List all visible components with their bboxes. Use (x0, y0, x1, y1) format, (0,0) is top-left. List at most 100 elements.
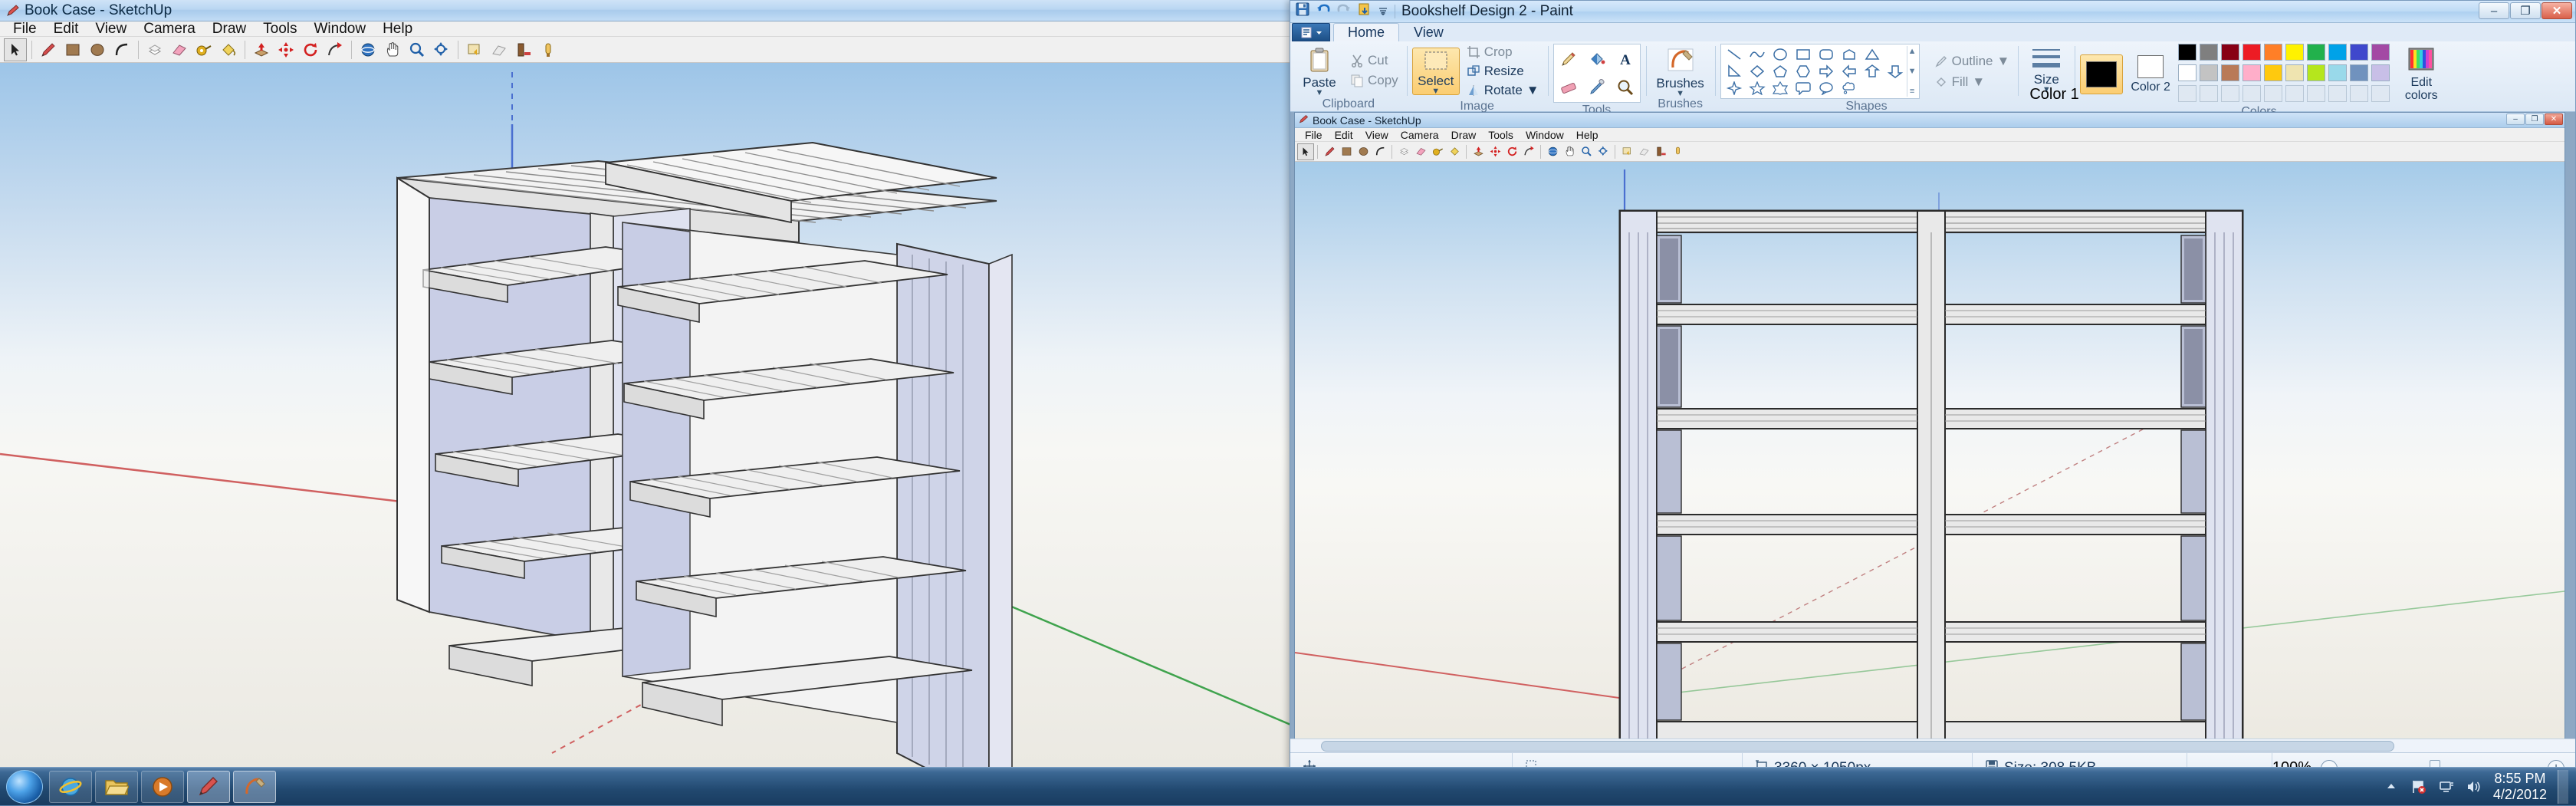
color2-button[interactable]: Color 2 (2131, 55, 2170, 94)
palette-swatch-empty[interactable] (2242, 85, 2261, 102)
file-menu-icon[interactable] (1292, 23, 1330, 41)
curve-shape[interactable] (1746, 46, 1769, 63)
cut-button[interactable]: Cut (1347, 52, 1401, 69)
rotate-caret-icon[interactable]: ▼ (1526, 83, 1539, 98)
paint-tab-row[interactable]: Home View (1290, 23, 2575, 41)
push-pull-up-icon[interactable] (250, 38, 273, 61)
select-arrow-icon[interactable] (4, 38, 27, 61)
rounded-rectangle-shape[interactable] (1815, 46, 1838, 63)
menu-window[interactable]: Window (306, 21, 375, 37)
tab-view[interactable]: View (1399, 23, 1458, 41)
paste-caret-icon[interactable]: ▼ (1316, 90, 1324, 96)
pencil-icon[interactable] (1555, 45, 1582, 73)
paint-icon[interactable] (233, 771, 276, 803)
undo-icon[interactable] (1316, 2, 1331, 21)
shapes-scrollbar[interactable]: ▲ ▼ ≡ (1907, 46, 1917, 97)
zoom-magnifier-icon[interactable] (406, 38, 429, 61)
push-pull-icon[interactable] (143, 38, 166, 61)
orbit-icon[interactable] (356, 38, 380, 61)
menu-tools[interactable]: Tools (255, 21, 305, 37)
system-tray[interactable]: 8:55 PM 4/2/2012 (2383, 770, 2576, 804)
menu-edit[interactable]: Edit (45, 21, 87, 37)
brushes-caret-icon[interactable]: ▼ (1676, 91, 1684, 97)
palette-swatch[interactable] (2200, 44, 2218, 61)
triangle-shape[interactable] (1861, 46, 1884, 63)
paint-canvas[interactable]: Book Case - SketchUp – ❐ ✕ File Edit Vie… (1290, 112, 2575, 752)
shapes-scroll-down-icon[interactable]: ▼ (1908, 67, 1917, 76)
diamond-shape[interactable] (1746, 63, 1769, 80)
tools-grid[interactable]: A (1553, 44, 1641, 103)
paint-scroll-thumb[interactable] (1321, 741, 2394, 752)
palette-swatch[interactable] (2178, 64, 2196, 81)
palette-swatch[interactable] (2328, 44, 2347, 61)
palette-swatch[interactable] (2350, 64, 2368, 81)
palette-swatch[interactable] (2328, 64, 2347, 81)
up-arrow-shape[interactable] (1861, 63, 1884, 80)
right-triangle-shape[interactable] (1723, 63, 1746, 80)
palette-swatch[interactable] (2242, 64, 2261, 81)
save-icon[interactable] (1295, 2, 1310, 21)
tab-home[interactable]: Home (1333, 23, 1399, 41)
open-icon[interactable] (1357, 2, 1372, 21)
menu-draw[interactable]: Draw (204, 21, 255, 37)
menu-help[interactable]: Help (374, 21, 421, 37)
magnifier-icon[interactable] (1612, 74, 1639, 101)
rounded-callout-shape[interactable] (1792, 80, 1815, 97)
palette-swatch[interactable] (2264, 64, 2282, 81)
dimension-icon[interactable] (537, 38, 560, 61)
palette-swatch-empty[interactable] (2178, 85, 2196, 102)
select-button[interactable]: Select ▼ (1412, 48, 1460, 95)
eraser-icon[interactable] (168, 38, 191, 61)
paint-horizontal-scrollbar[interactable] (1290, 739, 2575, 752)
left-arrow-shape[interactable] (1838, 63, 1861, 80)
zoom-extents-icon[interactable] (430, 38, 453, 61)
show-desktop-button[interactable] (2558, 770, 2568, 804)
quick-access-toolbar[interactable] (1295, 2, 1395, 21)
menu-view[interactable]: View (87, 21, 135, 37)
palette-swatch-empty[interactable] (2285, 85, 2304, 102)
palette-swatch-empty[interactable] (2221, 85, 2239, 102)
media-player-icon[interactable] (141, 771, 184, 803)
maximize-button[interactable]: ❐ (2510, 2, 2541, 19)
palette-swatch-empty[interactable] (2328, 85, 2347, 102)
copy-button[interactable]: Copy (1347, 72, 1401, 89)
palette-swatch[interactable] (2371, 44, 2390, 61)
color-palette[interactable] (2178, 44, 2391, 104)
minimize-button[interactable]: – (2479, 2, 2509, 19)
tape-measure-icon[interactable] (192, 38, 215, 61)
redo-icon[interactable] (1336, 2, 1352, 21)
section-plane-icon[interactable] (463, 38, 486, 61)
follow-me-icon[interactable] (324, 38, 347, 61)
palette-swatch-empty[interactable] (2371, 85, 2390, 102)
arc-icon[interactable] (110, 38, 133, 61)
palette-swatch[interactable] (2221, 44, 2239, 61)
color-picker-icon[interactable] (1583, 74, 1611, 101)
menu-camera[interactable]: Camera (135, 21, 204, 37)
pentagon-shape[interactable] (1769, 63, 1792, 80)
menu-file[interactable]: File (5, 21, 45, 37)
color1-swatch-button[interactable] (2080, 54, 2123, 94)
line-shape[interactable] (1723, 46, 1746, 63)
text-A-icon[interactable]: A (1612, 45, 1639, 73)
outline-caret-icon[interactable]: ▼ (1996, 54, 2009, 69)
sketchup-icon[interactable] (187, 771, 230, 803)
paint-titlebar[interactable]: Bookshelf Design 2 - Paint – ❐ ✕ (1290, 1, 2575, 23)
palette-swatch[interactable] (2285, 44, 2304, 61)
close-button[interactable]: ✕ (2542, 2, 2572, 19)
brushes-button[interactable]: Brushes ▼ (1651, 44, 1710, 97)
hexagon-shape[interactable] (1792, 63, 1815, 80)
circle-icon[interactable] (86, 38, 109, 61)
oval-shape[interactable] (1769, 46, 1792, 63)
right-arrow-shape[interactable] (1815, 63, 1838, 80)
fill-color-icon[interactable] (1583, 45, 1611, 73)
palette-swatch[interactable] (2350, 44, 2368, 61)
internet-explorer-icon[interactable] (49, 771, 92, 803)
shadow-icon[interactable] (488, 38, 511, 61)
six-point-star-shape[interactable] (1769, 80, 1792, 97)
rectangle-icon[interactable] (61, 38, 84, 61)
outline-button[interactable]: Outline ▼ (1931, 53, 2013, 70)
shapes-gallery[interactable]: ▲ ▼ ≡ (1720, 44, 1920, 99)
palette-swatch[interactable] (2200, 64, 2218, 81)
paint-window-controls[interactable]: – ❐ ✕ (2478, 2, 2572, 19)
four-point-star-shape[interactable] (1723, 80, 1746, 97)
